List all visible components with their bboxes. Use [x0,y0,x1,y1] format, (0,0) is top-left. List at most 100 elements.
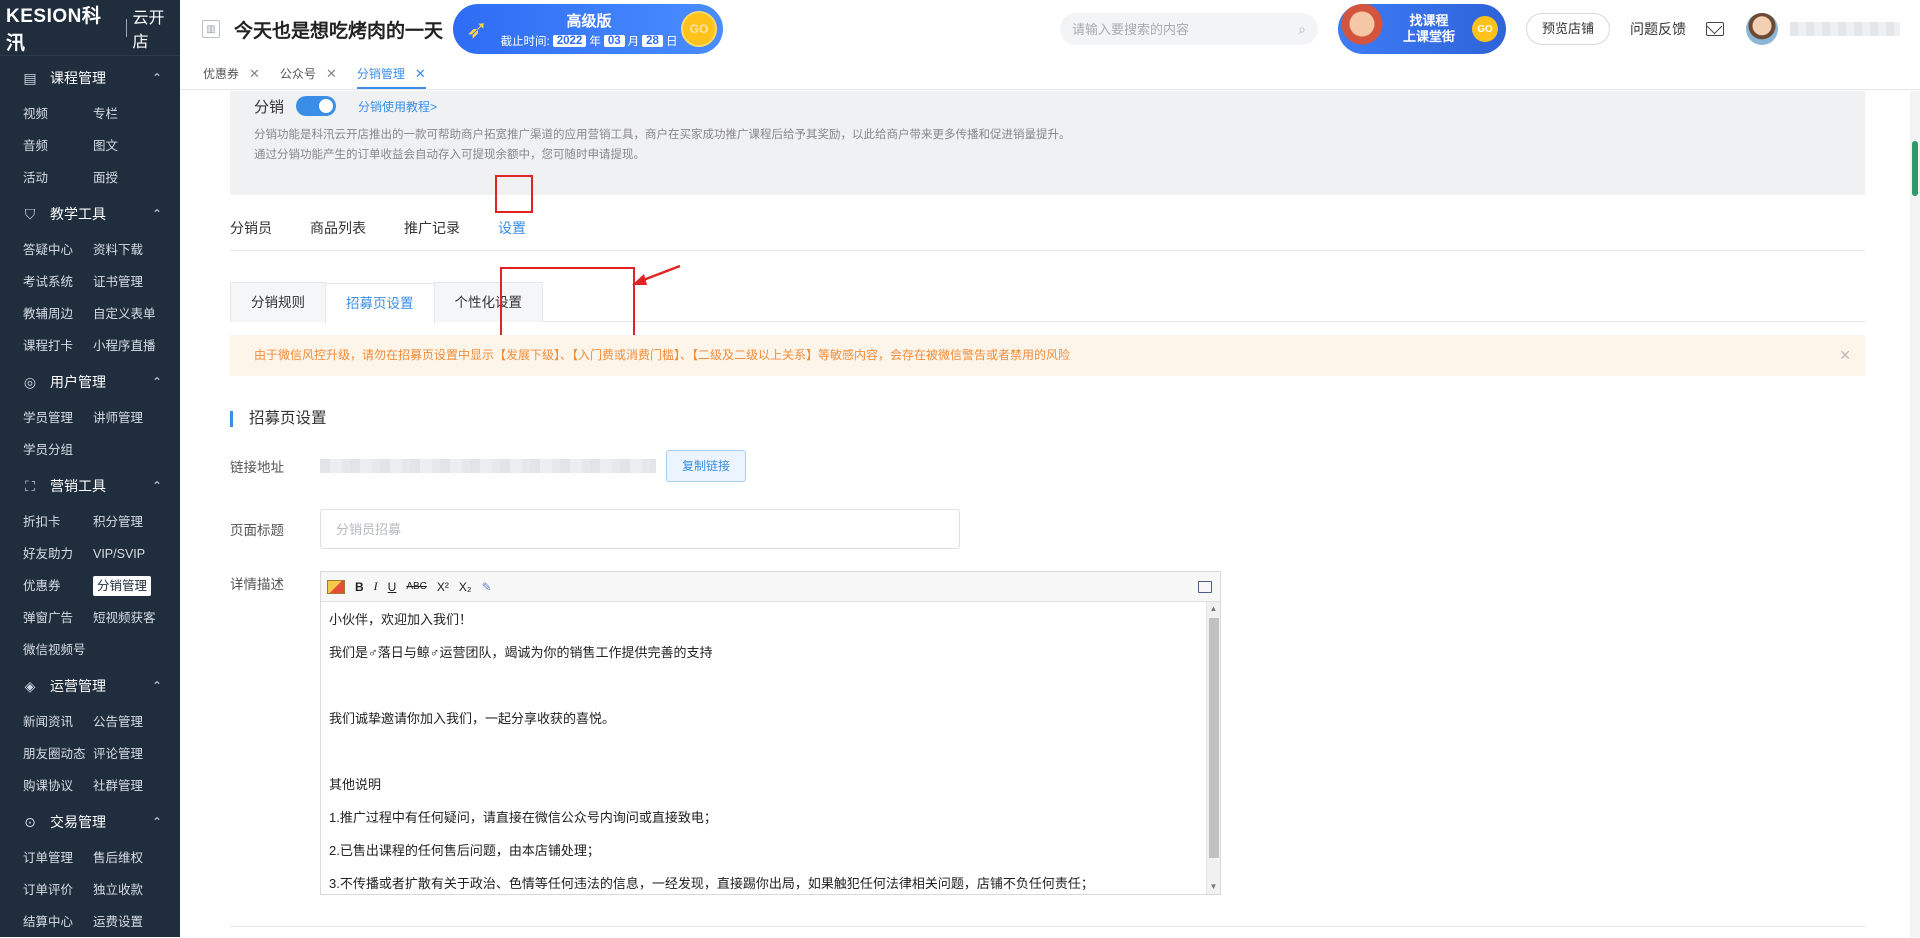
subscript-button[interactable]: X₂ [459,580,472,594]
italic-button[interactable]: I [374,579,378,594]
sidebar-item[interactable]: 自定义表单 [93,298,183,330]
version-promo-banner[interactable]: ➶ 高级版 截止时间: 2022 年 03 月 28 日 GO [453,4,723,54]
superscript-button[interactable]: X² [437,580,449,594]
preview-store-button[interactable]: 预览店铺 [1526,13,1610,45]
sidebar-item[interactable]: 评论管理 [93,738,183,770]
sidebar-item[interactable]: 运费设置 [93,906,183,938]
promo-go-button[interactable]: GO [681,11,717,47]
underline-button[interactable]: U [388,580,397,594]
page-title-input[interactable] [320,509,960,549]
chevron-up-icon[interactable]: ⌃ [152,479,162,493]
chevron-up-icon[interactable]: ⌃ [152,71,162,85]
scroll-thumb[interactable] [1209,618,1219,858]
sidebar-item[interactable]: 小程序直播 [93,330,183,362]
brand[interactable]: KESION科汛 云开店 [0,0,180,56]
sidebar-item[interactable]: 专栏 [93,98,183,130]
sidebar-item[interactable]: 结算中心 [23,906,93,938]
sidebar-item[interactable]: 视频 [23,98,93,130]
sidebar-item[interactable]: 社群管理 [93,770,183,802]
scroll-down-icon[interactable]: ▼ [1207,880,1220,894]
sidebar-item[interactable]: 短视频获客 [93,602,183,634]
sidebar-section-header[interactable]: ⛉教学工具⌃ [0,194,180,234]
main-tab[interactable]: 设置 [498,209,526,250]
sidebar-item[interactable]: 学员管理 [23,402,93,434]
sidebar-item[interactable]: 弹窗广告 [23,602,93,634]
sidebar-item[interactable]: 证书管理 [93,266,183,298]
store-icon[interactable]: ▥ [202,20,220,38]
sidebar-item[interactable]: 好友助力 [23,538,93,570]
page-tab[interactable]: 公众号✕ [280,65,337,89]
sidebar-item[interactable]: 学员分组 [23,434,93,466]
sidebar-item[interactable]: 独立收款 [93,874,183,906]
sidebar-item[interactable]: 订单评价 [23,874,93,906]
course-go-button[interactable]: GO [1472,16,1498,42]
sidebar-item[interactable]: 售后维权 [93,842,183,874]
eraser-icon[interactable]: ✎ [482,580,492,594]
page-scrollbar[interactable] [1910,91,1920,937]
editor-body[interactable]: 小伙伴，欢迎加入我们！我们是♂落日与鲸♂运营团队，竭诚为你的销售工作提供完善的支… [321,602,1206,894]
main-tab[interactable]: 分销员 [230,209,272,250]
sidebar-item[interactable]: 课程打卡 [23,330,93,362]
sidebar-item-label: 社群管理 [93,779,143,793]
sidebar-item[interactable]: 优惠券 [23,570,93,602]
bold-button[interactable]: B [355,580,364,594]
search-icon[interactable]: ⌕ [1298,21,1306,38]
feedback-link[interactable]: 问题反馈 [1630,19,1686,39]
sidebar-item[interactable]: 讲师管理 [93,402,183,434]
sidebar-section-header[interactable]: ⛶营销工具⌃ [0,466,180,506]
sidebar-item[interactable]: 新闻资讯 [23,706,93,738]
sidebar-item[interactable]: 分销管理 [93,570,183,602]
sidebar-item[interactable]: VIP/SVIP [93,538,183,570]
close-icon[interactable]: ✕ [1839,335,1851,376]
sidebar-item[interactable]: 折扣卡 [23,506,93,538]
avatar[interactable] [1746,13,1778,45]
sidebar-section-header[interactable]: ◈运营管理⌃ [0,666,180,706]
sidebar-item[interactable]: 资料下载 [93,234,183,266]
close-icon[interactable]: ✕ [326,66,337,82]
copy-link-button[interactable]: 复制链接 [666,450,746,482]
sidebar-item[interactable]: 面授 [93,162,183,194]
scroll-up-icon[interactable]: ▲ [1207,602,1220,616]
main-tab[interactable]: 商品列表 [310,209,366,250]
chevron-up-icon[interactable]: ⌃ [152,679,162,693]
sidebar-item[interactable]: 图文 [93,130,183,162]
sidebar-item[interactable]: 答疑中心 [23,234,93,266]
sidebar-section-header[interactable]: ◎用户管理⌃ [0,362,180,402]
course-banner[interactable]: 找课程 上课堂街 GO [1338,4,1506,54]
sidebar-item[interactable]: 考试系统 [23,266,93,298]
sidebar-item[interactable]: 公告管理 [93,706,183,738]
help-tutorial-link[interactable]: 分销使用教程> [358,98,437,115]
insert-image-icon[interactable] [327,580,345,594]
page-tab[interactable]: 分销管理✕ [357,65,426,89]
sub-tab[interactable]: 分销规则 [230,282,326,322]
course-banner-line1: 找课程 [1386,13,1472,29]
main-tab[interactable]: 推广记录 [404,209,460,250]
sidebar-section-header[interactable]: ▤课程管理⌃ [0,58,180,98]
page-tab[interactable]: 优惠券✕ [203,65,260,89]
page-scroll-thumb[interactable] [1912,141,1918,196]
sidebar-item[interactable]: 朋友圈动态 [23,738,93,770]
sidebar-item[interactable]: 音频 [23,130,93,162]
mail-icon[interactable] [1706,22,1724,36]
sidebar-item-label: 弹窗广告 [23,611,73,625]
user-name-blurred[interactable] [1790,22,1900,36]
chevron-up-icon[interactable]: ⌃ [152,375,162,389]
close-icon[interactable]: ✕ [415,66,426,82]
sidebar-item[interactable]: 微信视频号 [23,634,93,666]
sidebar-item[interactable]: 活动 [23,162,93,194]
sidebar-item[interactable]: 订单管理 [23,842,93,874]
close-icon[interactable]: ✕ [249,66,260,82]
chevron-up-icon[interactable]: ⌃ [152,815,162,829]
editor-scrollbar[interactable]: ▲ ▼ [1206,602,1220,894]
sidebar-item[interactable]: 教辅周边 [23,298,93,330]
distribution-toggle[interactable] [296,96,336,116]
sidebar-item[interactable]: 购课协议 [23,770,93,802]
strikethrough-button[interactable]: ABC [406,581,427,592]
fullscreen-icon[interactable] [1198,581,1212,593]
sub-tab[interactable]: 招募页设置 [325,283,435,323]
chevron-up-icon[interactable]: ⌃ [152,207,162,221]
sidebar-item[interactable]: 积分管理 [93,506,183,538]
sidebar-section-header[interactable]: ⊙交易管理⌃ [0,802,180,842]
search-input[interactable] [1072,22,1298,37]
sidebar-item-label: 好友助力 [23,547,73,561]
